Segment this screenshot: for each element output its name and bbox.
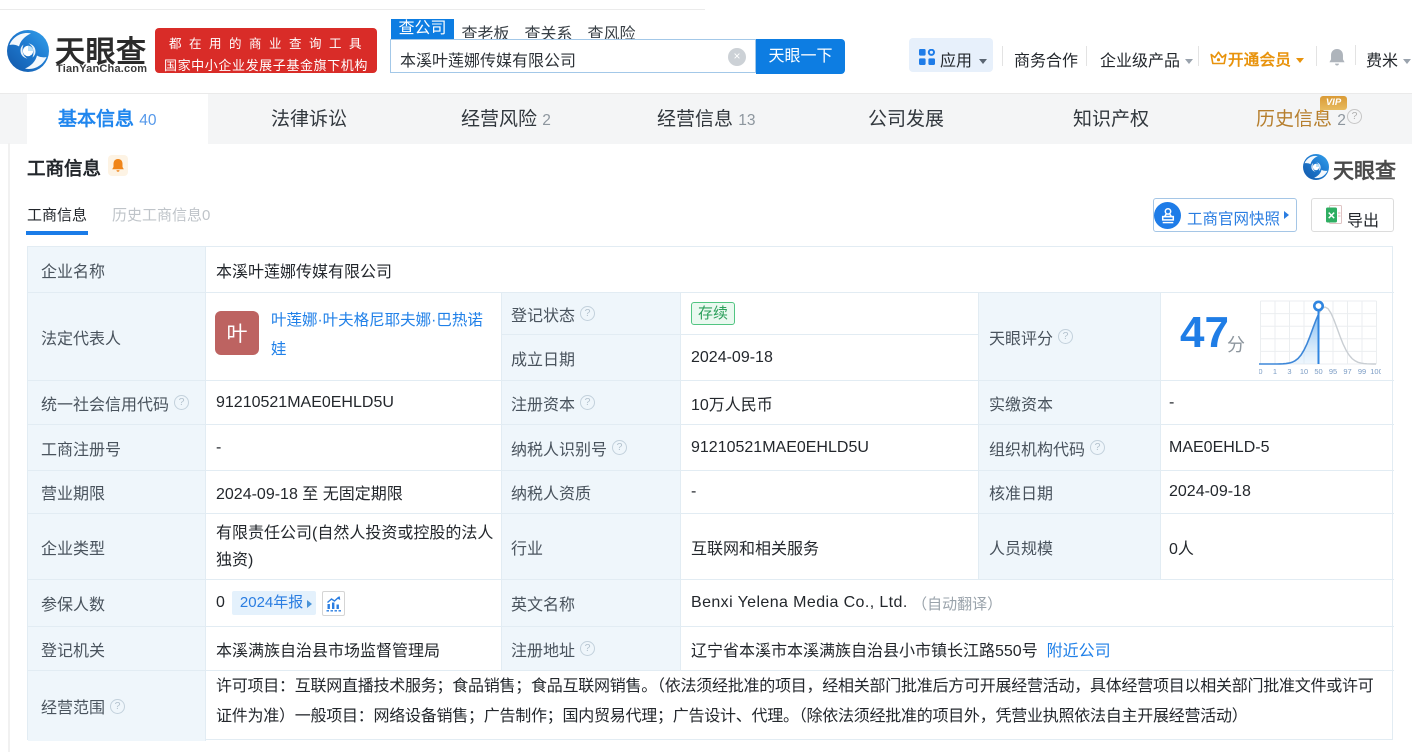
svg-text:3: 3: [1287, 367, 1291, 376]
svg-text:10: 10: [1300, 367, 1308, 376]
svg-text:95: 95: [1329, 367, 1337, 376]
svg-text:50: 50: [1314, 367, 1322, 376]
svg-text:97: 97: [1343, 367, 1351, 376]
svg-text:100: 100: [1370, 367, 1381, 376]
svg-text:1: 1: [1273, 367, 1277, 376]
svg-text:99: 99: [1358, 367, 1366, 376]
svg-text:0: 0: [1259, 367, 1263, 376]
svg-text:✕: ✕: [1327, 211, 1335, 222]
